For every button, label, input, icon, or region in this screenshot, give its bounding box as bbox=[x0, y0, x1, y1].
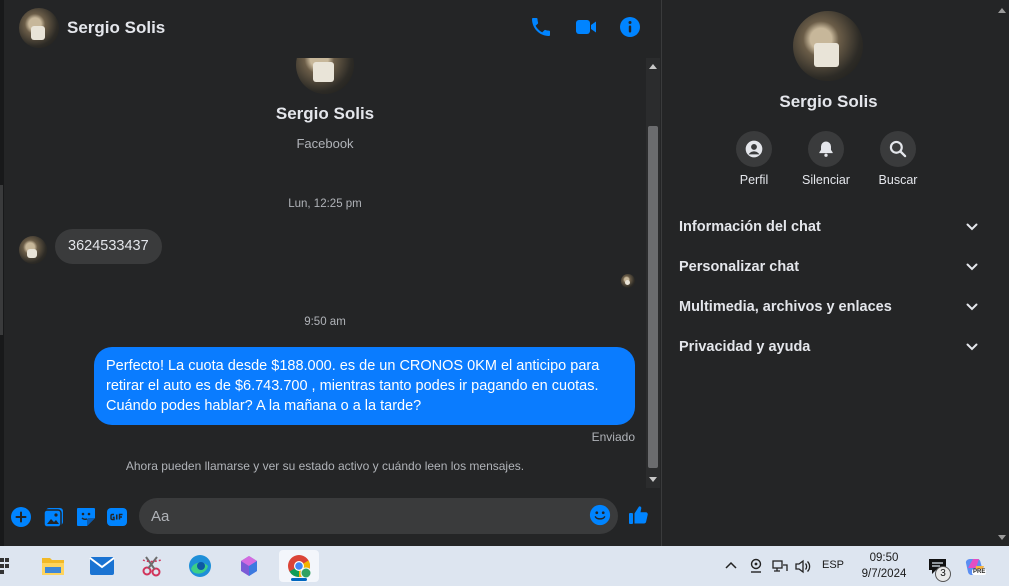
mute-button-label: Silenciar bbox=[802, 173, 850, 187]
page-scrollbar[interactable] bbox=[994, 0, 1009, 546]
sender-avatar[interactable] bbox=[19, 236, 47, 264]
copilot-preview-badge: PRE bbox=[972, 569, 987, 575]
scroll-down-arrow[interactable] bbox=[649, 477, 657, 482]
chat-notice: Ahora pueden llamarse y ver su estado ac… bbox=[125, 459, 525, 473]
seen-receipt-avatar bbox=[621, 274, 635, 288]
mute-button-circle[interactable] bbox=[808, 131, 844, 167]
mute-button[interactable]: Silenciar bbox=[791, 131, 861, 187]
profile-name: Sergio Solis bbox=[779, 92, 878, 111]
left-edge-bar bbox=[0, 185, 3, 335]
edge-browser-button[interactable] bbox=[180, 550, 220, 582]
mail-icon bbox=[89, 557, 115, 575]
scrollbar-thumb[interactable] bbox=[648, 126, 658, 468]
messenger-window: Sergio Solis Sergio Solis Facebook Lun, … bbox=[0, 0, 1009, 546]
microsoft-365-button[interactable] bbox=[229, 550, 269, 582]
plus-circle-icon[interactable] bbox=[9, 505, 33, 529]
section-chat-info[interactable]: Información del chat bbox=[679, 212, 979, 242]
mail-button[interactable] bbox=[82, 550, 122, 582]
clock-date: 9/7/2024 bbox=[861, 568, 907, 580]
contact-avatar[interactable] bbox=[19, 8, 59, 48]
outgoing-message-bubble[interactable]: Perfecto! La cuota desde $188.000. es de… bbox=[94, 347, 635, 425]
chevron-down-icon bbox=[966, 263, 978, 271]
gif-icon[interactable] bbox=[105, 505, 129, 529]
section-label: Privacidad y ayuda bbox=[679, 339, 811, 355]
notification-count-badge: 3 bbox=[935, 566, 951, 582]
clock-time: 09:50 bbox=[869, 552, 899, 564]
incoming-message-bubble[interactable]: 3624533437 bbox=[55, 229, 162, 264]
profile-button[interactable]: Perfil bbox=[719, 131, 789, 187]
search-button[interactable]: Buscar bbox=[863, 131, 933, 187]
message-status: Enviado bbox=[591, 430, 635, 444]
chevron-down-icon bbox=[966, 343, 978, 351]
thumbs-up-icon[interactable] bbox=[627, 503, 651, 527]
chat-header: Sergio Solis bbox=[4, 0, 662, 58]
network-icon[interactable] bbox=[771, 557, 789, 575]
section-media-files-links[interactable]: Multimedia, archivos y enlaces bbox=[679, 292, 979, 322]
snipping-tool-button[interactable] bbox=[132, 550, 172, 582]
video-call-icon[interactable] bbox=[574, 15, 598, 39]
microsoft-365-icon bbox=[241, 556, 257, 576]
chrome-browser-button[interactable] bbox=[279, 550, 319, 582]
profile-button-circle[interactable] bbox=[736, 131, 772, 167]
intro-name: Sergio Solis bbox=[275, 104, 375, 123]
scroll-down-arrow[interactable] bbox=[998, 535, 1006, 540]
phone-call-icon[interactable] bbox=[529, 15, 553, 39]
folder-icon bbox=[42, 558, 64, 575]
section-label: Personalizar chat bbox=[679, 259, 800, 275]
profile-button-label: Perfil bbox=[739, 173, 769, 187]
intro-subtitle: Facebook bbox=[296, 136, 354, 151]
copilot-icon[interactable] bbox=[964, 555, 988, 579]
webcam-icon[interactable] bbox=[748, 557, 764, 575]
bell-icon bbox=[819, 141, 833, 157]
search-button-circle[interactable] bbox=[880, 131, 916, 167]
profile-avatar[interactable] bbox=[793, 11, 863, 81]
snipping-tool-icon bbox=[142, 556, 162, 577]
input-language[interactable]: ESP bbox=[822, 559, 844, 571]
message-composer bbox=[4, 490, 662, 546]
speaker-icon[interactable] bbox=[794, 557, 812, 575]
message-timestamp: 9:50 am bbox=[304, 316, 346, 328]
profile-icon bbox=[745, 140, 763, 158]
chrome-icon bbox=[288, 555, 312, 579]
photo-icon[interactable] bbox=[42, 505, 66, 529]
windows-taskbar: ESP 09:50 9/7/2024 3 PRE bbox=[0, 546, 1009, 586]
system-clock[interactable]: 09:50 9/7/2024 bbox=[852, 550, 916, 582]
chevron-up-icon[interactable] bbox=[724, 557, 738, 575]
chat-scrollbar[interactable] bbox=[646, 58, 660, 488]
info-icon[interactable] bbox=[618, 15, 642, 39]
scroll-up-arrow[interactable] bbox=[998, 8, 1006, 13]
contact-name[interactable]: Sergio Solis bbox=[67, 18, 165, 38]
section-label: Multimedia, archivos y enlaces bbox=[679, 299, 892, 315]
message-timestamp: Lun, 12:25 pm bbox=[288, 198, 362, 210]
intro-avatar[interactable] bbox=[296, 58, 354, 94]
search-button-label: Buscar bbox=[878, 173, 918, 187]
chevron-down-icon bbox=[966, 223, 978, 231]
section-privacy-help[interactable]: Privacidad y ayuda bbox=[679, 332, 979, 362]
chat-info-panel: Sergio Solis Perfil Silenciar Buscar Inf… bbox=[663, 0, 994, 546]
search-icon bbox=[889, 140, 907, 158]
section-label: Información del chat bbox=[679, 219, 821, 235]
file-explorer-button[interactable] bbox=[33, 550, 73, 582]
widgets-icon[interactable] bbox=[0, 558, 10, 574]
message-list[interactable]: Sergio Solis Facebook Lun, 12:25 pm 3624… bbox=[4, 58, 646, 488]
message-input[interactable] bbox=[139, 498, 618, 534]
sticker-icon[interactable] bbox=[74, 505, 98, 529]
scroll-up-arrow[interactable] bbox=[649, 64, 657, 69]
chevron-down-icon bbox=[966, 303, 978, 311]
chat-pane: Sergio Solis Sergio Solis Facebook Lun, … bbox=[4, 0, 662, 546]
edge-icon bbox=[189, 555, 211, 577]
emoji-icon[interactable] bbox=[589, 504, 611, 526]
section-customize-chat[interactable]: Personalizar chat bbox=[679, 252, 979, 282]
